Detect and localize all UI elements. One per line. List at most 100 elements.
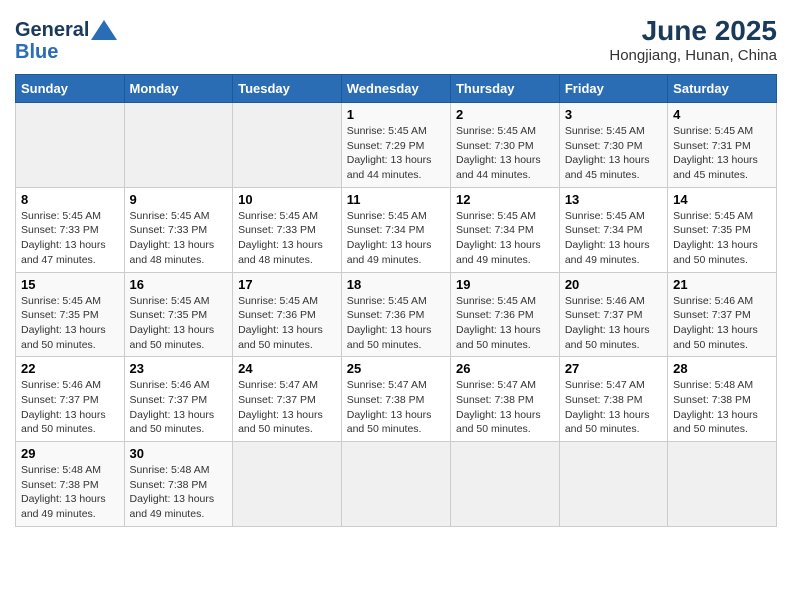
logo-general-text: General <box>15 19 89 41</box>
day-number: 28 <box>673 361 771 376</box>
day-info: Sunrise: 5:47 AMSunset: 7:38 PMDaylight:… <box>565 378 662 437</box>
logo: General Blue <box>15 15 119 63</box>
day-number: 16 <box>130 277 228 292</box>
col-saturday: Saturday <box>668 75 777 103</box>
table-row: 30 Sunrise: 5:48 AMSunset: 7:38 PMDayligh… <box>124 442 233 527</box>
day-number: 2 <box>456 107 554 122</box>
day-number: 9 <box>130 192 228 207</box>
day-info: Sunrise: 5:47 AMSunset: 7:38 PMDaylight:… <box>456 378 554 437</box>
col-sunday: Sunday <box>16 75 125 103</box>
table-row: 23Sunrise: 5:46 AMSunset: 7:37 PMDayligh… <box>124 357 233 442</box>
day-info: Sunrise: 5:45 AMSunset: 7:35 PMDaylight:… <box>130 294 228 353</box>
day-info: Sunrise: 5:45 AMSunset: 7:36 PMDaylight:… <box>347 294 445 353</box>
day-info: Sunrise: 5:45 AMSunset: 7:36 PMDaylight:… <box>456 294 554 353</box>
table-row <box>559 442 667 527</box>
table-row: 2 Sunrise: 5:45 AMSunset: 7:30 PMDaylight… <box>450 103 559 188</box>
table-row: 16 Sunrise: 5:45 AMSunset: 7:35 PMDayligh… <box>124 272 233 357</box>
day-number: 3 <box>565 107 662 122</box>
day-info: Sunrise: 5:45 AMSunset: 7:35 PMDaylight:… <box>673 209 771 268</box>
day-info: Sunrise: 5:45 AMSunset: 7:34 PMDaylight:… <box>565 209 662 268</box>
calendar-week-row: 8 Sunrise: 5:45 AMSunset: 7:33 PMDaylight… <box>16 187 777 272</box>
table-row <box>233 103 342 188</box>
day-number: 25 <box>347 361 445 376</box>
table-row: 19 Sunrise: 5:45 AMSunset: 7:36 PMDayligh… <box>450 272 559 357</box>
title-block: June 2025 Hongjiang, Hunan, China <box>609 15 777 64</box>
day-number: 19 <box>456 277 554 292</box>
day-number: 13 <box>565 192 662 207</box>
day-number: 27 <box>565 361 662 376</box>
day-number: 20 <box>565 277 662 292</box>
calendar-title: June 2025 <box>609 15 777 47</box>
col-monday: Monday <box>124 75 233 103</box>
table-row <box>450 442 559 527</box>
day-info: Sunrise: 5:46 AMSunset: 7:37 PMDaylight:… <box>673 294 771 353</box>
table-row: 20 Sunrise: 5:46 AMSunset: 7:37 PMDayligh… <box>559 272 667 357</box>
table-row: 8 Sunrise: 5:45 AMSunset: 7:33 PMDaylight… <box>16 187 125 272</box>
day-info: Sunrise: 5:45 AMSunset: 7:31 PMDaylight:… <box>673 124 771 183</box>
day-number: 11 <box>347 192 445 207</box>
day-info: Sunrise: 5:45 AMSunset: 7:30 PMDaylight:… <box>456 124 554 183</box>
day-number: 29 <box>21 446 119 461</box>
day-number: 24 <box>238 361 336 376</box>
day-info: Sunrise: 5:45 AMSunset: 7:34 PMDaylight:… <box>347 209 445 268</box>
page-header: General Blue June 2025 Hongjiang, Hunan,… <box>15 15 777 64</box>
table-row: 29 Sunrise: 5:48 AMSunset: 7:38 PMDayligh… <box>16 442 125 527</box>
day-info: Sunrise: 5:45 AMSunset: 7:36 PMDaylight:… <box>238 294 336 353</box>
day-number: 18 <box>347 277 445 292</box>
day-number: 21 <box>673 277 771 292</box>
day-number: 14 <box>673 192 771 207</box>
day-number: 4 <box>673 107 771 122</box>
calendar-week-row: 15 Sunrise: 5:45 AMSunset: 7:35 PMDayligh… <box>16 272 777 357</box>
day-info: Sunrise: 5:45 AMSunset: 7:30 PMDaylight:… <box>565 124 662 183</box>
table-row: 22 Sunrise: 5:46 AMSunset: 7:37 PMDayligh… <box>16 357 125 442</box>
day-info: Sunrise: 5:47 AMSunset: 7:38 PMDaylight:… <box>347 378 445 437</box>
col-friday: Friday <box>559 75 667 103</box>
table-row <box>341 442 450 527</box>
day-info: Sunrise: 5:45 AMSunset: 7:33 PMDaylight:… <box>21 209 119 268</box>
day-info: Sunrise: 5:45 AMSunset: 7:34 PMDaylight:… <box>456 209 554 268</box>
day-info: Sunrise: 5:46 AMSunset: 7:37 PMDaylight:… <box>21 378 119 437</box>
day-number: 12 <box>456 192 554 207</box>
table-row: 24 Sunrise: 5:47 AMSunset: 7:37 PMDayligh… <box>233 357 342 442</box>
table-row: 15 Sunrise: 5:45 AMSunset: 7:35 PMDayligh… <box>16 272 125 357</box>
table-row: 11 Sunrise: 5:45 AMSunset: 7:34 PMDayligh… <box>341 187 450 272</box>
day-info: Sunrise: 5:45 AMSunset: 7:35 PMDaylight:… <box>21 294 119 353</box>
table-row <box>668 442 777 527</box>
table-row <box>233 442 342 527</box>
table-row: 1Sunrise: 5:45 AMSunset: 7:29 PMDaylight… <box>341 103 450 188</box>
table-row: 14 Sunrise: 5:45 AMSunset: 7:35 PMDayligh… <box>668 187 777 272</box>
table-row: 26 Sunrise: 5:47 AMSunset: 7:38 PMDayligh… <box>450 357 559 442</box>
table-row: 9 Sunrise: 5:45 AMSunset: 7:33 PMDaylight… <box>124 187 233 272</box>
day-number: 8 <box>21 192 119 207</box>
day-number: 26 <box>456 361 554 376</box>
day-number: 10 <box>238 192 336 207</box>
calendar-week-row: 22 Sunrise: 5:46 AMSunset: 7:37 PMDayligh… <box>16 357 777 442</box>
table-row: 18 Sunrise: 5:45 AMSunset: 7:36 PMDayligh… <box>341 272 450 357</box>
day-info: Sunrise: 5:46 AMSunset: 7:37 PMDaylight:… <box>565 294 662 353</box>
day-number: 22 <box>21 361 119 376</box>
calendar-week-row: 1Sunrise: 5:45 AMSunset: 7:29 PMDaylight… <box>16 103 777 188</box>
calendar-table: Sunday Monday Tuesday Wednesday Thursday… <box>15 74 777 527</box>
table-row <box>124 103 233 188</box>
day-info: Sunrise: 5:46 AMSunset: 7:37 PMDaylight:… <box>130 378 228 437</box>
table-row: 13 Sunrise: 5:45 AMSunset: 7:34 PMDayligh… <box>559 187 667 272</box>
table-row: 28 Sunrise: 5:48 AMSunset: 7:38 PMDayligh… <box>668 357 777 442</box>
table-row: 21 Sunrise: 5:46 AMSunset: 7:37 PMDayligh… <box>668 272 777 357</box>
logo-blue-text: Blue <box>15 41 119 63</box>
day-info: Sunrise: 5:47 AMSunset: 7:37 PMDaylight:… <box>238 378 336 437</box>
table-row: 10 Sunrise: 5:45 AMSunset: 7:33 PMDayligh… <box>233 187 342 272</box>
day-number: 30 <box>130 446 228 461</box>
day-number: 17 <box>238 277 336 292</box>
day-info: Sunrise: 5:48 AMSunset: 7:38 PMDaylight:… <box>673 378 771 437</box>
day-info: Sunrise: 5:48 AMSunset: 7:38 PMDaylight:… <box>130 463 228 522</box>
day-number: 1 <box>347 107 445 122</box>
col-thursday: Thursday <box>450 75 559 103</box>
calendar-week-row: 29 Sunrise: 5:48 AMSunset: 7:38 PMDayligh… <box>16 442 777 527</box>
day-number: 15 <box>21 277 119 292</box>
table-row: 4 Sunrise: 5:45 AMSunset: 7:31 PMDaylight… <box>668 103 777 188</box>
day-info: Sunrise: 5:48 AMSunset: 7:38 PMDaylight:… <box>21 463 119 522</box>
day-info: Sunrise: 5:45 AMSunset: 7:33 PMDaylight:… <box>130 209 228 268</box>
day-info: Sunrise: 5:45 AMSunset: 7:33 PMDaylight:… <box>238 209 336 268</box>
table-row: 3 Sunrise: 5:45 AMSunset: 7:30 PMDaylight… <box>559 103 667 188</box>
table-row: 27 Sunrise: 5:47 AMSunset: 7:38 PMDayligh… <box>559 357 667 442</box>
